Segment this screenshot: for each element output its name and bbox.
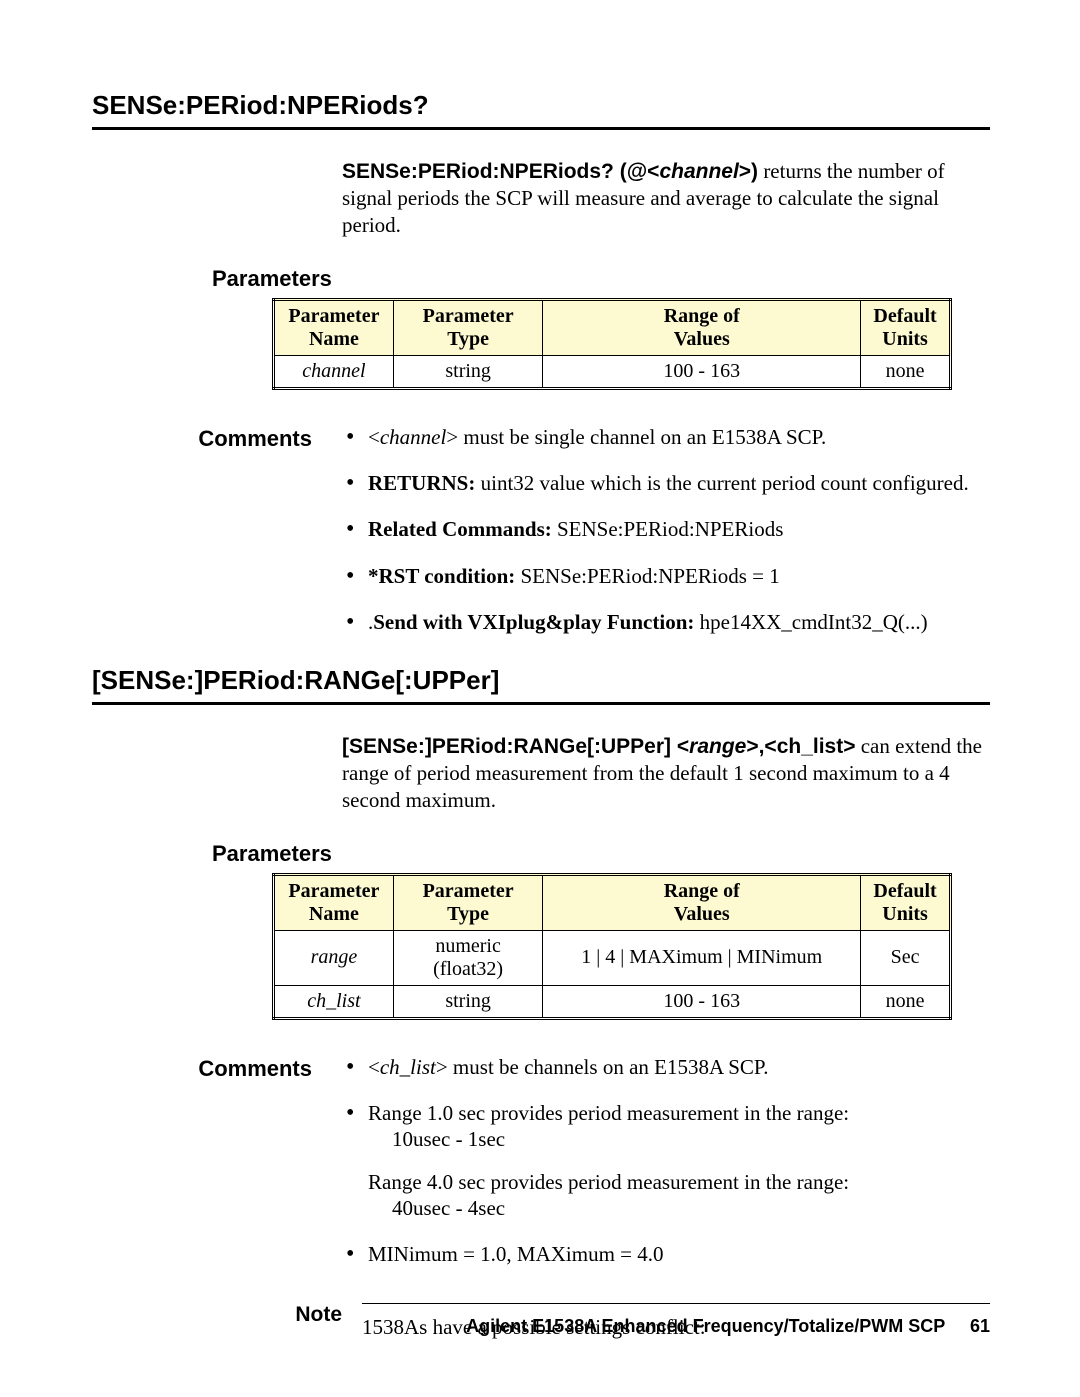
section1-description: SENSe:PERiod:NPERiods? (@<channel>) retu… bbox=[342, 158, 984, 238]
list-item: <ch_list> must be channels on an E1538A … bbox=[364, 1054, 984, 1080]
table-row: ch_list string 100 - 163 none bbox=[274, 985, 951, 1018]
section2-cmd-arg: range bbox=[689, 735, 746, 758]
table-header-row: ParameterName ParameterType Range ofValu… bbox=[274, 299, 951, 355]
list-item: Range 1.0 sec provides period measuremen… bbox=[364, 1100, 984, 1221]
td-units: none bbox=[861, 985, 951, 1018]
section1-comments-content: <channel> must be single channel on an E… bbox=[344, 424, 990, 635]
th-param-type: ParameterType bbox=[393, 299, 543, 355]
page-footer: Agilent E1538A Enhanced Frequency/Totali… bbox=[92, 1316, 990, 1337]
section2-description: [SENSe:]PERiod:RANGe[:UPPer] <range>,<ch… bbox=[342, 733, 984, 813]
td-units: Sec bbox=[861, 930, 951, 985]
list-item: MINimum = 1.0, MAXimum = 4.0 bbox=[364, 1241, 984, 1267]
td-type: string bbox=[393, 985, 543, 1018]
td-range: 100 - 163 bbox=[543, 355, 861, 388]
section2-heading: [SENSe:]PERiod:RANGe[:UPPer] bbox=[92, 665, 990, 696]
th-range: Range ofValues bbox=[543, 874, 861, 930]
td-name: ch_list bbox=[274, 985, 394, 1018]
th-range: Range ofValues bbox=[543, 299, 861, 355]
section1-params-row: Parameters bbox=[92, 266, 990, 292]
th-units: DefaultUnits bbox=[861, 874, 951, 930]
td-type: string bbox=[393, 355, 543, 388]
section1-heading: SENSe:PERiod:NPERiods? bbox=[92, 90, 990, 121]
section2-cmd-name: [SENSe:]PERiod:RANGe[:UPPer] < bbox=[342, 735, 689, 758]
section2-comments-label-col: Comments bbox=[178, 1054, 344, 1082]
page: SENSe:PERiod:NPERiods? SENSe:PERiod:NPER… bbox=[0, 0, 1080, 1341]
td-range: 1 | 4 | MAXimum | MINimum bbox=[543, 930, 861, 985]
td-units: none bbox=[861, 355, 951, 388]
td-type: numeric (float32) bbox=[393, 930, 543, 985]
td-range: 100 - 163 bbox=[543, 985, 861, 1018]
range-block2: Range 4.0 sec provides period measuremen… bbox=[368, 1169, 984, 1222]
range-subvalue: 10usec - 1sec bbox=[392, 1126, 984, 1152]
section2-comments-content: <ch_list> must be channels on an E1538A … bbox=[344, 1054, 990, 1268]
section1-params-label: Parameters bbox=[212, 266, 332, 292]
section1-cmd-after: >) bbox=[739, 160, 758, 183]
section1-rule bbox=[92, 127, 990, 130]
th-units: DefaultUnits bbox=[861, 299, 951, 355]
list-item: Related Commands: SENSe:PERiod:NPERiods bbox=[364, 516, 984, 542]
section1-comments-label: Comments bbox=[198, 426, 312, 451]
th-param-name: ParameterName bbox=[274, 874, 394, 930]
section2-rule bbox=[92, 702, 990, 705]
table-row: range numeric (float32) 1 | 4 | MAXimum … bbox=[274, 930, 951, 985]
table-row: channel string 100 - 163 none bbox=[274, 355, 951, 388]
td-name: range bbox=[274, 930, 394, 985]
list-item: <channel> must be single channel on an E… bbox=[364, 424, 984, 450]
list-item: RETURNS: uint32 value which is the curre… bbox=[364, 470, 984, 496]
section1-param-table: ParameterName ParameterType Range ofValu… bbox=[272, 298, 952, 390]
range-subvalue2: 40usec - 4sec bbox=[392, 1195, 984, 1221]
section1-cmd-name: SENSe:PERiod:NPERiods? (@< bbox=[342, 160, 659, 183]
page-number: 61 bbox=[970, 1316, 990, 1337]
section2-comments-label: Comments bbox=[198, 1056, 312, 1081]
list-item: .Send with VXIplug&play Function: hpe14X… bbox=[364, 609, 984, 635]
footer-title: Agilent E1538A Enhanced Frequency/Totali… bbox=[466, 1316, 945, 1336]
table-header-row: ParameterName ParameterType Range ofValu… bbox=[274, 874, 951, 930]
section2-comments-row: Comments <ch_list> must be channels on a… bbox=[92, 1054, 990, 1268]
section2-cmd-mid: >,<ch_list> bbox=[746, 735, 855, 758]
td-name: channel bbox=[274, 355, 394, 388]
section2-params-row: Parameters bbox=[92, 841, 990, 867]
list-item: *RST condition: SENSe:PERiod:NPERiods = … bbox=[364, 563, 984, 589]
th-param-type: ParameterType bbox=[393, 874, 543, 930]
section2-param-table: ParameterName ParameterType Range ofValu… bbox=[272, 873, 952, 1020]
section2-params-label: Parameters bbox=[212, 841, 332, 867]
section1-comments-label-col: Comments bbox=[178, 424, 344, 452]
section1-comments-row: Comments <channel> must be single channe… bbox=[92, 424, 990, 635]
th-param-name: ParameterName bbox=[274, 299, 394, 355]
section1-cmd-arg: channel bbox=[659, 160, 738, 183]
